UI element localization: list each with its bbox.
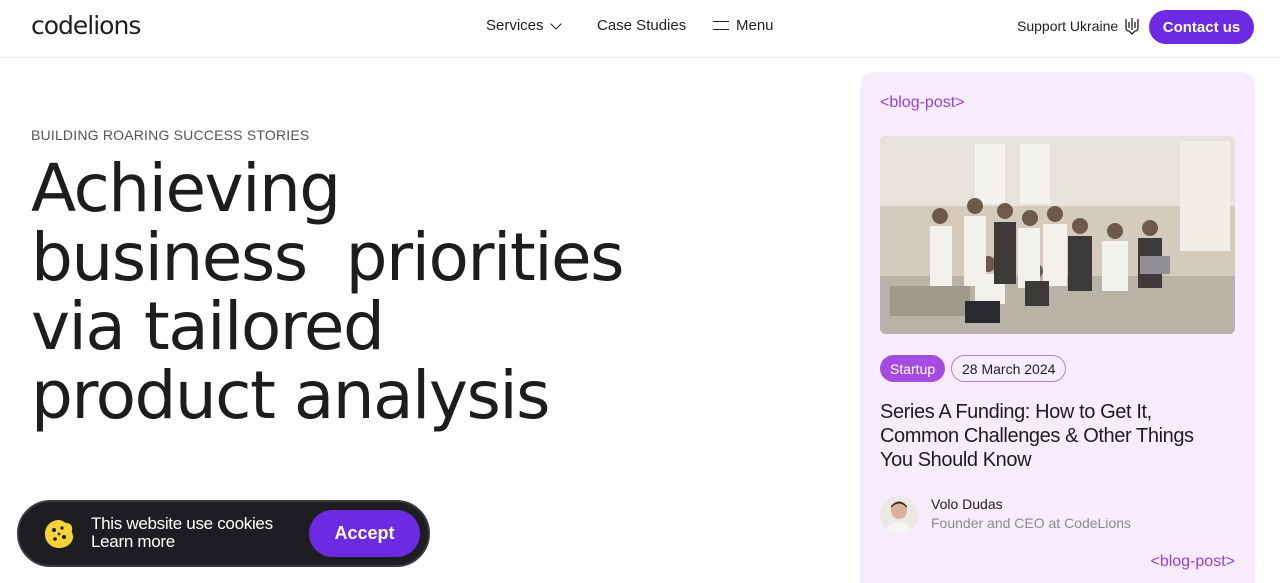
hero-eyebrow: BUILDING ROARING SUCCESS STORIES (31, 127, 310, 143)
nav-case-studies-label: Case Studies (597, 17, 687, 34)
blog-post-image[interactable] (880, 136, 1235, 334)
category-pill[interactable]: Startup (880, 355, 946, 382)
menu-icon (713, 21, 729, 30)
hero-title-line: product analysis (31, 357, 551, 434)
nav-menu-label: Menu (736, 17, 774, 34)
support-ukraine-link[interactable]: Support Ukraine (1017, 17, 1140, 35)
cookie-message-text: This website use cookies (91, 514, 273, 533)
contact-us-button[interactable]: Contact us (1149, 10, 1254, 44)
hero-title: Achieving business priorities via tailor… (31, 154, 691, 430)
cookie-learn-more-link[interactable]: Learn more (91, 533, 273, 551)
nav-menu[interactable]: Menu (713, 17, 774, 34)
hero-title-line: via tailored (31, 288, 385, 365)
nav-case-studies[interactable]: Case Studies (597, 17, 686, 34)
cookie-message: This website use cookies Learn more (91, 515, 273, 551)
site-header: codelions Services Case Studies Menu Sup… (0, 0, 1280, 58)
logo[interactable]: codelions (31, 11, 141, 40)
cookie-banner: This website use cookies Learn more Acce… (17, 500, 430, 567)
blog-post-tag-open: <blog-post> (880, 94, 965, 111)
cookie-icon (45, 520, 74, 548)
trident-icon (1125, 18, 1139, 35)
blog-post-tag-close: <blog-post> (1150, 553, 1235, 570)
nav-services[interactable]: Services (486, 17, 562, 34)
chevron-down-icon (549, 17, 562, 30)
support-ukraine-label: Support Ukraine (1017, 18, 1119, 34)
nav-services-label: Services (486, 17, 544, 34)
blog-post-card[interactable]: <blog-post> Startup 28 March 2024 Series… (860, 72, 1255, 583)
date-pill: 28 March 2024 (951, 355, 1067, 382)
hero-title-line: Achieving (31, 150, 341, 227)
accept-cookies-button[interactable]: Accept (309, 510, 420, 557)
blog-post-title[interactable]: Series A Funding: How to Get It, Common … (880, 400, 1230, 472)
author-avatar-image (880, 496, 918, 534)
team-photo (880, 136, 1235, 334)
hero-title-line: business priorities (31, 219, 625, 296)
author-role: Founder and CEO at CodeLions (931, 515, 1132, 531)
avatar (880, 496, 918, 534)
author-name: Volo Dudas (931, 496, 1003, 512)
